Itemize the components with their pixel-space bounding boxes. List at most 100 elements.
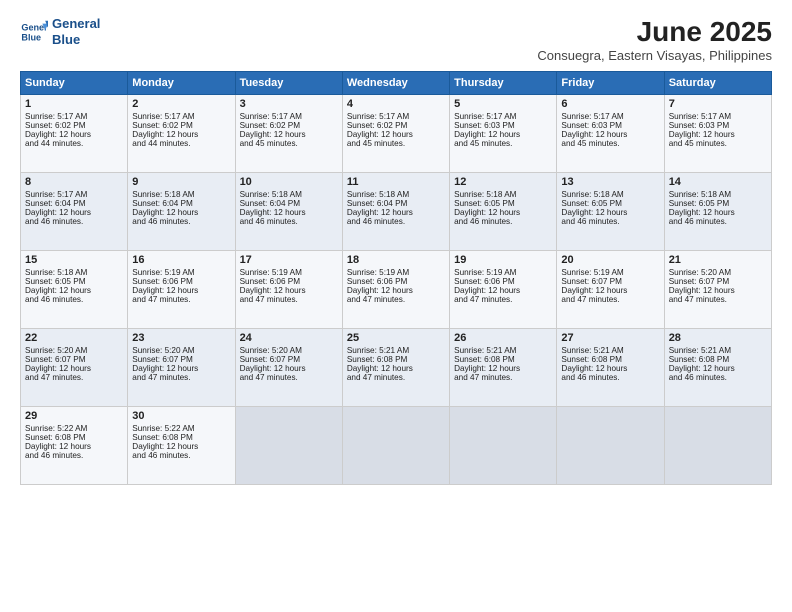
- day-number: 12: [454, 176, 552, 188]
- day-info-line: and 47 minutes.: [132, 295, 230, 304]
- calendar-cell: [450, 407, 557, 485]
- day-info-line: and 44 minutes.: [25, 139, 123, 148]
- day-info-line: Daylight: 12 hours: [240, 364, 338, 373]
- calendar-cell: [664, 407, 771, 485]
- day-info-line: Sunrise: 5:22 AM: [25, 424, 123, 433]
- day-info-line: Sunrise: 5:17 AM: [669, 112, 767, 121]
- day-info-line: and 46 minutes.: [561, 373, 659, 382]
- day-number: 28: [669, 332, 767, 344]
- day-number: 26: [454, 332, 552, 344]
- day-info-line: and 47 minutes.: [347, 373, 445, 382]
- weekday-header-cell: Tuesday: [235, 72, 342, 95]
- day-info-line: Daylight: 12 hours: [25, 208, 123, 217]
- day-info-line: Sunrise: 5:19 AM: [454, 268, 552, 277]
- day-number: 24: [240, 332, 338, 344]
- day-number: 8: [25, 176, 123, 188]
- day-info-line: Sunset: 6:08 PM: [132, 433, 230, 442]
- day-info-line: Sunrise: 5:18 AM: [669, 190, 767, 199]
- day-number: 13: [561, 176, 659, 188]
- day-info-line: Sunset: 6:05 PM: [669, 199, 767, 208]
- day-info-line: Sunset: 6:07 PM: [240, 355, 338, 364]
- calendar-cell: 21Sunrise: 5:20 AMSunset: 6:07 PMDayligh…: [664, 251, 771, 329]
- calendar-cell: 17Sunrise: 5:19 AMSunset: 6:06 PMDayligh…: [235, 251, 342, 329]
- day-info-line: Sunset: 6:02 PM: [132, 121, 230, 130]
- day-info-line: Daylight: 12 hours: [132, 130, 230, 139]
- calendar-cell: 29Sunrise: 5:22 AMSunset: 6:08 PMDayligh…: [21, 407, 128, 485]
- day-info-line: and 47 minutes.: [454, 373, 552, 382]
- day-info-line: Sunset: 6:06 PM: [454, 277, 552, 286]
- day-info-line: Sunrise: 5:17 AM: [561, 112, 659, 121]
- calendar-body: 1Sunrise: 5:17 AMSunset: 6:02 PMDaylight…: [21, 95, 772, 485]
- day-info-line: and 47 minutes.: [132, 373, 230, 382]
- day-info-line: Sunrise: 5:17 AM: [454, 112, 552, 121]
- day-info-line: Sunset: 6:08 PM: [25, 433, 123, 442]
- day-number: 9: [132, 176, 230, 188]
- day-info-line: and 46 minutes.: [454, 217, 552, 226]
- day-info-line: Sunset: 6:07 PM: [25, 355, 123, 364]
- calendar-cell: 30Sunrise: 5:22 AMSunset: 6:08 PMDayligh…: [128, 407, 235, 485]
- day-info-line: Daylight: 12 hours: [561, 364, 659, 373]
- day-info-line: Daylight: 12 hours: [25, 130, 123, 139]
- day-info-line: Sunset: 6:06 PM: [347, 277, 445, 286]
- calendar-cell: 28Sunrise: 5:21 AMSunset: 6:08 PMDayligh…: [664, 329, 771, 407]
- day-info-line: Sunset: 6:02 PM: [347, 121, 445, 130]
- calendar-cell: 10Sunrise: 5:18 AMSunset: 6:04 PMDayligh…: [235, 173, 342, 251]
- day-number: 29: [25, 410, 123, 422]
- day-number: 15: [25, 254, 123, 266]
- day-info-line: Daylight: 12 hours: [561, 208, 659, 217]
- calendar-cell: 12Sunrise: 5:18 AMSunset: 6:05 PMDayligh…: [450, 173, 557, 251]
- day-number: 16: [132, 254, 230, 266]
- calendar-cell: 22Sunrise: 5:20 AMSunset: 6:07 PMDayligh…: [21, 329, 128, 407]
- day-info-line: and 45 minutes.: [454, 139, 552, 148]
- calendar-cell: 19Sunrise: 5:19 AMSunset: 6:06 PMDayligh…: [450, 251, 557, 329]
- day-info-line: Sunrise: 5:19 AM: [347, 268, 445, 277]
- calendar-cell: 4Sunrise: 5:17 AMSunset: 6:02 PMDaylight…: [342, 95, 449, 173]
- day-number: 14: [669, 176, 767, 188]
- day-info-line: and 46 minutes.: [25, 295, 123, 304]
- day-info-line: Sunrise: 5:20 AM: [240, 346, 338, 355]
- calendar-cell: 8Sunrise: 5:17 AMSunset: 6:04 PMDaylight…: [21, 173, 128, 251]
- day-info-line: Daylight: 12 hours: [669, 130, 767, 139]
- day-info-line: and 45 minutes.: [561, 139, 659, 148]
- weekday-header-cell: Thursday: [450, 72, 557, 95]
- day-info-line: Sunrise: 5:18 AM: [132, 190, 230, 199]
- calendar-table: SundayMondayTuesdayWednesdayThursdayFrid…: [20, 71, 772, 485]
- day-info-line: Sunset: 6:03 PM: [669, 121, 767, 130]
- day-info-line: Sunrise: 5:21 AM: [347, 346, 445, 355]
- day-info-line: Sunrise: 5:18 AM: [25, 268, 123, 277]
- day-info-line: and 47 minutes.: [454, 295, 552, 304]
- day-number: 30: [132, 410, 230, 422]
- day-number: 11: [347, 176, 445, 188]
- day-info-line: Sunrise: 5:17 AM: [132, 112, 230, 121]
- day-number: 4: [347, 98, 445, 110]
- calendar-cell: 24 Sunrise: 5:20 AMSunset: 6:07 PMDayligh…: [235, 329, 342, 407]
- day-info-line: Sunset: 6:07 PM: [669, 277, 767, 286]
- day-info-line: Daylight: 12 hours: [347, 286, 445, 295]
- title-block: June 2025 Consuegra, Eastern Visayas, Ph…: [537, 16, 772, 63]
- weekday-header-cell: Sunday: [21, 72, 128, 95]
- svg-text:Blue: Blue: [21, 32, 41, 42]
- calendar-cell: 15Sunrise: 5:18 AMSunset: 6:05 PMDayligh…: [21, 251, 128, 329]
- day-info-line: Daylight: 12 hours: [240, 130, 338, 139]
- day-info-line: and 45 minutes.: [240, 139, 338, 148]
- day-info-line: Sunrise: 5:21 AM: [454, 346, 552, 355]
- day-info-line: Daylight: 12 hours: [132, 286, 230, 295]
- day-info-line: and 46 minutes.: [25, 451, 123, 460]
- day-info-line: and 47 minutes.: [669, 295, 767, 304]
- calendar-cell: 2Sunrise: 5:17 AMSunset: 6:02 PMDaylight…: [128, 95, 235, 173]
- day-number: 19: [454, 254, 552, 266]
- logo-text-line2: Blue: [52, 32, 100, 48]
- day-info-line: Sunrise: 5:21 AM: [561, 346, 659, 355]
- calendar-cell: 25Sunrise: 5:21 AMSunset: 6:08 PMDayligh…: [342, 329, 449, 407]
- calendar-cell: 11Sunrise: 5:18 AMSunset: 6:04 PMDayligh…: [342, 173, 449, 251]
- day-info-line: Sunrise: 5:20 AM: [25, 346, 123, 355]
- day-info-line: Sunset: 6:07 PM: [561, 277, 659, 286]
- calendar-cell: 5Sunrise: 5:17 AMSunset: 6:03 PMDaylight…: [450, 95, 557, 173]
- day-info-line: Daylight: 12 hours: [669, 286, 767, 295]
- day-info-line: Sunset: 6:03 PM: [454, 121, 552, 130]
- day-info-line: and 46 minutes.: [25, 217, 123, 226]
- day-info-line: Daylight: 12 hours: [25, 364, 123, 373]
- day-info-line: Sunset: 6:05 PM: [25, 277, 123, 286]
- day-info-line: Daylight: 12 hours: [347, 364, 445, 373]
- day-info-line: Daylight: 12 hours: [132, 442, 230, 451]
